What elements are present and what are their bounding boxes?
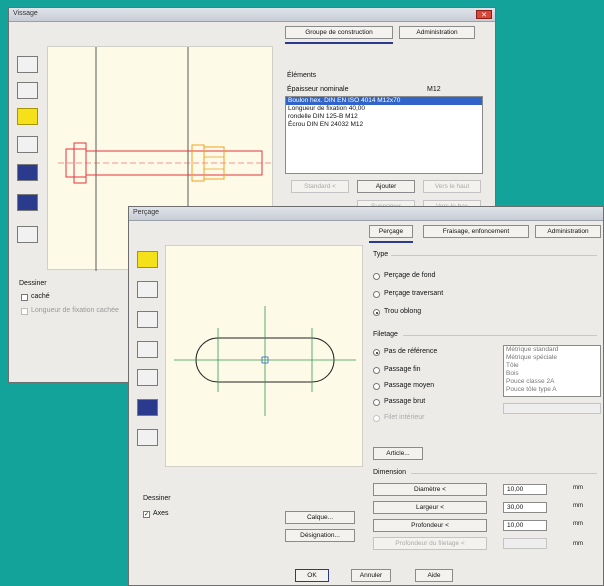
slot-drawing — [174, 306, 356, 416]
view-top-icon[interactable] — [137, 311, 158, 328]
list-item[interactable]: Longueur de fixation 40,00 — [286, 105, 482, 113]
ok-button[interactable]: OK — [295, 569, 329, 582]
tab-groupe-construction[interactable]: Groupe de construction — [285, 26, 393, 39]
profondeur-unit: mm — [573, 521, 583, 527]
view-front-icon[interactable] — [137, 281, 158, 298]
diametre-field[interactable]: 10,00 — [503, 484, 547, 495]
dimension-separator — [411, 473, 597, 474]
percage-traversant-label: Perçage traversant — [384, 290, 444, 297]
tab-administration-front[interactable]: Administration — [535, 225, 601, 238]
largeur-field[interactable]: 30,00 — [503, 502, 547, 513]
article-button[interactable]: Article... — [373, 447, 423, 460]
vissage-close-icon[interactable]: ✕ — [476, 10, 492, 19]
passage-moyen-label: Passage moyen — [384, 382, 435, 389]
largeur-unit: mm — [573, 503, 583, 509]
thread-type-list[interactable]: Métrique standard Métrique spéciale Tôle… — [503, 345, 601, 397]
axes-label: Axes — [153, 510, 169, 517]
list-item[interactable]: Pouce classe 2A — [504, 378, 600, 386]
pas-de-reference-radio[interactable] — [373, 349, 380, 356]
view-top-icon[interactable] — [17, 82, 38, 99]
trou-oblong-label: Trou oblong — [384, 308, 422, 315]
axes-checkbox[interactable]: ✓ — [143, 511, 150, 518]
epaisseur-label: Épaisseur nominale — [287, 86, 349, 93]
list-item[interactable]: Pouce tôle type A — [504, 386, 600, 394]
longueur-cachee-checkbox[interactable] — [21, 308, 28, 315]
view-left-icon[interactable] — [17, 164, 38, 181]
percage-de-fond-radio[interactable] — [373, 273, 380, 280]
profondeur-button[interactable]: Profondeur < — [373, 519, 487, 532]
epaisseur-value: M12 — [427, 86, 441, 93]
percage-title: Perçage — [133, 209, 160, 216]
cache-label: caché — [31, 293, 50, 300]
list-item[interactable]: Écrou DIN EN 24032 M12 — [286, 121, 482, 129]
elements-label: Éléments — [287, 72, 317, 79]
dessiner-label: Dessiner — [143, 495, 171, 502]
percage-traversant-radio[interactable] — [373, 291, 380, 298]
filetage-label: Filetage — [373, 331, 398, 338]
profondeur-field[interactable]: 10,00 — [503, 520, 547, 531]
diametre-button[interactable]: Diamètre < — [373, 483, 487, 496]
passage-fin-radio[interactable] — [373, 367, 380, 374]
pas-de-reference-label: Pas de référence — [384, 348, 438, 355]
thread-size-dropdown[interactable] — [503, 403, 601, 414]
list-item[interactable]: Bois — [504, 370, 600, 378]
filet-interieur-radio[interactable] — [373, 415, 380, 422]
longueur-cachee-label: Longueur de fixation cachée — [31, 307, 119, 314]
list-item[interactable]: Métrique spéciale — [504, 354, 600, 362]
view-bottom-icon[interactable] — [17, 194, 38, 211]
view-iso-icon[interactable] — [137, 251, 158, 268]
largeur-button[interactable]: Largeur < — [373, 501, 487, 514]
tab-fraisage[interactable]: Fraisage, enfoncement — [423, 225, 529, 238]
view-back-icon[interactable] — [17, 226, 38, 243]
view-right-icon[interactable] — [17, 136, 38, 153]
dimension-label: Dimension — [373, 469, 407, 476]
passage-fin-label: Passage fin — [384, 366, 421, 373]
designation-button[interactable]: Désignation... — [285, 529, 355, 542]
percage-titlebar[interactable]: Perçage — [129, 207, 603, 221]
view-left-icon[interactable] — [137, 369, 158, 386]
list-item[interactable]: Métrique standard — [504, 346, 600, 354]
view-back-icon[interactable] — [137, 429, 158, 446]
slot-preview-canvas[interactable] — [165, 245, 363, 467]
profondeur-filetage-button[interactable]: Profondeur du filetage < — [373, 537, 487, 550]
vissage-titlebar[interactable]: Vissage ✕ — [9, 8, 495, 22]
aide-button[interactable]: Aide — [415, 569, 453, 582]
cache-checkbox[interactable] — [21, 294, 28, 301]
annuler-button[interactable]: Annuler — [351, 569, 391, 582]
calque-button[interactable]: Calque... — [285, 511, 355, 524]
view-bottom-icon[interactable] — [137, 399, 158, 416]
vers-le-haut-button[interactable]: Vers le haut — [423, 180, 481, 193]
passage-moyen-radio[interactable] — [373, 383, 380, 390]
passage-brut-radio[interactable] — [373, 399, 380, 406]
passage-brut-label: Passage brut — [384, 398, 426, 405]
type-label: Type — [373, 251, 389, 258]
list-item[interactable]: Tôle — [504, 362, 600, 370]
ajouter-button[interactable]: Ajouter — [357, 180, 415, 193]
percage-window: Perçage Perçage Fraisage, enfoncement Ad… — [128, 206, 604, 586]
tab-percage-underline — [369, 241, 413, 243]
filetage-separator — [403, 335, 597, 336]
type-separator — [391, 255, 597, 256]
profondeur-filetage-unit: mm — [573, 541, 583, 547]
trou-oblong-radio[interactable] — [373, 309, 380, 316]
filet-interieur-label: Filet intérieur — [384, 414, 425, 421]
view-front-icon[interactable] — [17, 56, 38, 73]
diametre-unit: mm — [573, 485, 583, 491]
view-iso-icon[interactable] — [17, 108, 38, 125]
tab-administration-back[interactable]: Administration — [399, 26, 475, 39]
view-right-icon[interactable] — [137, 341, 158, 358]
dessiner-label: Dessiner — [19, 280, 47, 287]
tab-groupe-construction-underline — [285, 42, 393, 44]
list-item[interactable]: Boulon hex. DIN EN ISO 4014 M12x70 — [286, 97, 482, 105]
vissage-title: Vissage — [13, 10, 38, 17]
list-item[interactable]: rondelle DIN 125-B M12 — [286, 113, 482, 121]
standard-button[interactable]: Standard < — [291, 180, 349, 193]
tab-percage[interactable]: Perçage — [369, 225, 413, 238]
percage-de-fond-label: Perçage de fond — [384, 272, 436, 279]
elements-list[interactable]: Boulon hex. DIN EN ISO 4014 M12x70 Longu… — [285, 96, 483, 174]
profondeur-filetage-field[interactable] — [503, 538, 547, 549]
